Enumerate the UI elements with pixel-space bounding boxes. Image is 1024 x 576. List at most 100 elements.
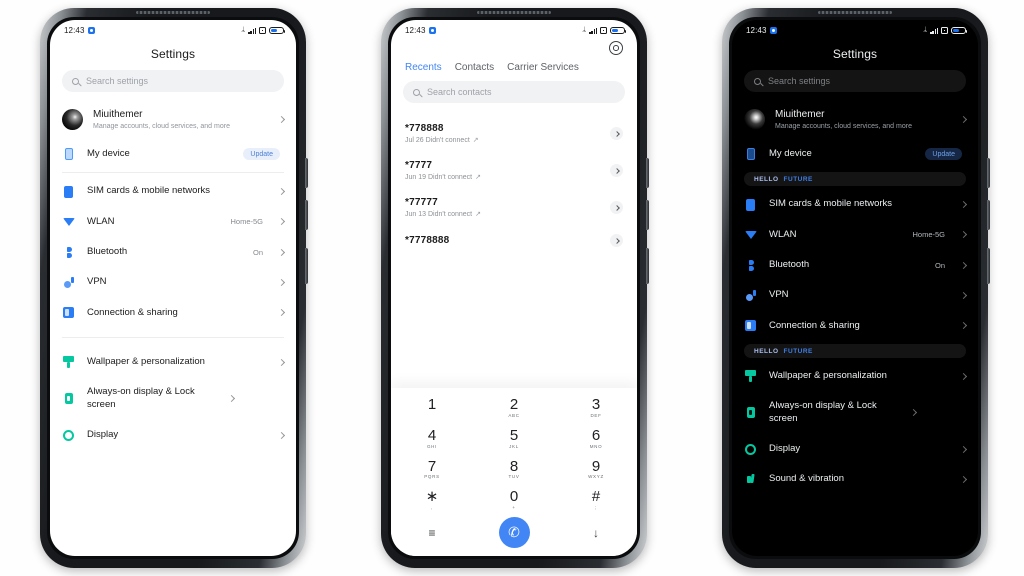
dialpad-key-2[interactable]: 2 ABC — [473, 392, 555, 421]
dialpad-key-star[interactable]: ∗ , — [391, 484, 473, 513]
sidebar-item-sim[interactable]: SIM cards & mobile networks — [732, 189, 978, 219]
search-settings-input[interactable]: Search settings — [62, 70, 284, 92]
sidebar-item-value: Home-5G — [230, 217, 263, 227]
dialpad-key-5[interactable]: 5 JKL — [473, 423, 555, 452]
wifi-icon — [62, 217, 75, 226]
sidebar-item-connection-sharing[interactable]: Connection & sharing — [732, 311, 978, 341]
dialpad: 1 2 ABC 3 DEF 4 GHI 5 JKL 6 MNO 7 PQRS 8… — [391, 388, 637, 556]
dialpad-key-1[interactable]: 1 — [391, 392, 473, 421]
sidebar-item-label: Sound & vibration — [769, 473, 844, 485]
call-list-item[interactable]: *77777 Jun 13 Didn't connect ↗ — [391, 189, 637, 226]
sidebar-item-label: Always-on display & Lock screen — [769, 400, 877, 424]
account-subtitle: Manage accounts, cloud services, and mor… — [93, 123, 230, 130]
sidebar-item-wlan[interactable]: WLAN Home-5G — [50, 207, 296, 237]
volume-down-button[interactable] — [646, 200, 649, 230]
chevron-right-icon — [613, 237, 620, 244]
search-icon — [754, 77, 761, 85]
account-row[interactable]: Miuithemer Manage accounts, cloud servic… — [732, 102, 978, 139]
key-digit: 4 — [427, 426, 437, 444]
update-badge[interactable]: Update — [243, 148, 280, 161]
sim-icon — [744, 198, 757, 211]
connection-sharing-icon — [62, 307, 75, 319]
tab-recents[interactable]: Recents — [405, 62, 442, 73]
volume-up-button[interactable] — [646, 158, 649, 188]
hello-future-banner: HELLO FUTURE — [744, 172, 966, 187]
volume-down-button[interactable] — [305, 200, 308, 230]
power-button[interactable] — [646, 248, 649, 284]
dialpad-key-8[interactable]: 8 TUV — [473, 454, 555, 483]
sidebar-item-sim[interactable]: SIM cards & mobile networks — [50, 176, 296, 206]
power-button[interactable] — [987, 248, 990, 284]
call-button[interactable]: ✆ — [498, 517, 530, 548]
sidebar-item-bluetooth[interactable]: Bluetooth On — [732, 250, 978, 280]
my-device-row[interactable]: My device Update — [50, 139, 296, 169]
dialpad-key-0[interactable]: 0 + — [473, 484, 555, 513]
call-info: *77777 Jun 13 Didn't connect ↗ — [405, 197, 602, 218]
account-row[interactable]: Miuithemer Manage accounts, cloud servic… — [50, 102, 296, 139]
sidebar-item-wallpaper[interactable]: Wallpaper & personalization — [50, 347, 296, 377]
call-list-item[interactable]: *778888 Jul 26 Didn't connect ↗ — [391, 115, 637, 152]
dialpad-key-4[interactable]: 4 GHI — [391, 423, 473, 452]
dialpad-key-6[interactable]: 6 MNO — [555, 423, 637, 452]
account-name: Miuithemer — [93, 109, 143, 120]
power-button[interactable] — [305, 248, 308, 284]
sidebar-item-connection-sharing[interactable]: Connection & sharing — [50, 298, 296, 328]
signal-icon — [589, 27, 597, 34]
sidebar-item-bluetooth[interactable]: Bluetooth On — [50, 237, 296, 267]
hide-dialpad-icon[interactable]: ↓ — [555, 526, 637, 540]
call-detail-button[interactable] — [610, 201, 623, 214]
sidebar-item-vpn[interactable]: VPN — [50, 267, 296, 297]
key-letters: GHI — [426, 443, 438, 449]
menu-icon[interactable]: ≡ — [391, 526, 473, 540]
tab-contacts[interactable]: Contacts — [455, 62, 494, 73]
status-bar-left: 12:43 — [64, 26, 95, 35]
dialpad-key-7[interactable]: 7 PQRS — [391, 454, 473, 483]
sidebar-item-sound-vibration[interactable]: Sound & vibration — [732, 464, 978, 494]
sidebar-item-display[interactable]: Display — [732, 434, 978, 464]
chevron-right-icon — [959, 115, 968, 124]
dialpad-key-9[interactable]: 9 WXYZ — [555, 454, 637, 483]
status-clock: 12:43 — [64, 26, 85, 35]
sidebar-item-value: Home-5G — [912, 230, 945, 240]
sidebar-item-wlan[interactable]: WLAN Home-5G — [732, 220, 978, 250]
key-letters: + — [512, 505, 516, 510]
search-placeholder: Search settings — [86, 76, 149, 86]
volume-up-button[interactable] — [305, 158, 308, 188]
volume-up-button[interactable] — [987, 158, 990, 188]
search-settings-input[interactable]: Search settings — [744, 70, 966, 92]
call-detail-button[interactable] — [610, 234, 623, 247]
battery-icon — [610, 26, 627, 35]
sidebar-item-vpn[interactable]: VPN — [732, 280, 978, 310]
call-detail-button[interactable] — [610, 127, 623, 140]
search-placeholder: Search contacts — [427, 87, 492, 97]
display-icon — [62, 429, 75, 441]
call-detail-button[interactable] — [610, 164, 623, 177]
chevron-right-icon — [959, 372, 968, 380]
status-clock: 12:43 — [405, 26, 426, 35]
sidebar-item-display[interactable]: Display — [50, 420, 296, 450]
call-list-item[interactable]: *7777 Jun 19 Didn't connect ↗ — [391, 152, 637, 189]
settings-gear-icon[interactable] — [609, 41, 623, 55]
key-digit: # — [591, 488, 601, 506]
tab-carrier-services[interactable]: Carrier Services — [507, 62, 579, 73]
account-text: Miuithemer Manage accounts, cloud servic… — [93, 109, 269, 130]
sidebar-item-always-on-display[interactable]: Always-on display & Lock screen — [732, 391, 978, 434]
bluetooth-icon — [62, 246, 75, 258]
status-bar-left: 12:43 — [746, 26, 777, 35]
chevron-right-icon — [959, 445, 968, 453]
key-letters: ABC — [508, 412, 520, 418]
sidebar-item-always-on-display[interactable]: Always-on display & Lock screen — [50, 377, 296, 420]
dialpad-key-hash[interactable]: # ; — [555, 484, 637, 513]
update-badge[interactable]: Update — [925, 148, 962, 161]
dialpad-key-3[interactable]: 3 DEF — [555, 392, 637, 421]
sidebar-item-label: Display — [769, 443, 801, 455]
outgoing-call-icon: ↗ — [472, 137, 479, 144]
call-list-item[interactable]: *7778888 — [391, 226, 637, 255]
search-contacts-input[interactable]: Search contacts — [403, 81, 625, 103]
earpiece-grille — [136, 11, 210, 14]
sidebar-item-wallpaper[interactable]: Wallpaper & personalization — [732, 361, 978, 391]
recent-calls-list: *778888 Jul 26 Didn't connect ↗ *7777 Ju… — [391, 113, 637, 255]
phone-dialer: 12:43 ᛦ Recents Contacts Carrier Service… — [381, 8, 649, 568]
volume-down-button[interactable] — [987, 200, 990, 230]
my-device-row[interactable]: My device Update — [732, 139, 978, 169]
